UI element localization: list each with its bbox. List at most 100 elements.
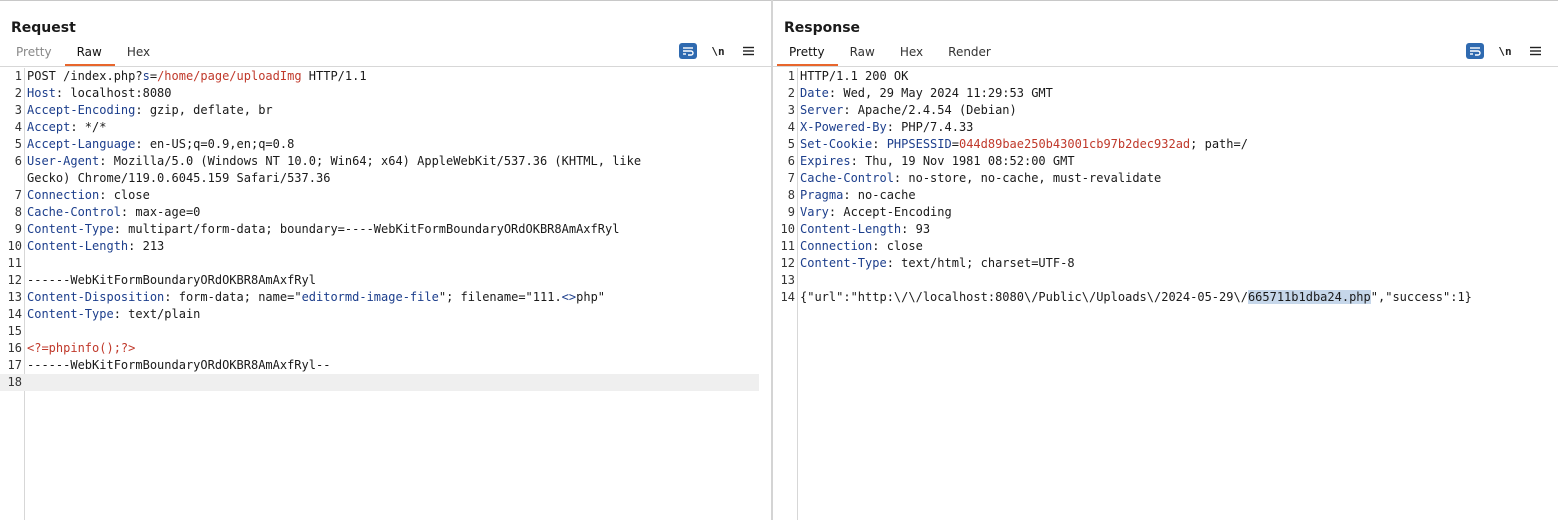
- response-toolbar: \n: [1466, 43, 1544, 59]
- line-number: 8: [787, 188, 795, 202]
- request-line: 1 POST /index.php?s=/home/page/uploadImg …: [0, 68, 771, 85]
- request-line: Gecko) Chrome/119.0.6045.159 Safari/537.…: [0, 170, 771, 187]
- request-line: 10 Content-Length: 213: [0, 238, 771, 255]
- line-text: : gzip, deflate, br: [135, 103, 273, 117]
- response-tab-pretty[interactable]: Pretty: [777, 41, 838, 66]
- request-pane: Request Pretty Raw Hex \n 1 POST /index.p…: [0, 0, 771, 520]
- line-number: 10: [780, 222, 795, 236]
- line-text: 044d89bae250b43001cb97b2dec932ad: [958, 137, 1191, 151]
- request-tab-pretty[interactable]: Pretty: [4, 41, 65, 66]
- newline-icon[interactable]: \n: [709, 43, 727, 59]
- response-line: 10 Content-Length: 93: [773, 221, 1558, 238]
- request-line: 6 User-Agent: Mozilla/5.0 (Windows NT 10.…: [0, 153, 771, 170]
- request-line: 7 Connection: close: [0, 187, 771, 204]
- request-tab-raw[interactable]: Raw: [64, 41, 115, 66]
- line-number: 17: [7, 358, 22, 372]
- line-text: =: [149, 69, 158, 83]
- line-number: 6: [787, 154, 795, 168]
- response-line: 14 {"url":"http:\/\/localhost:8080\/Publi…: [773, 289, 1558, 306]
- line-number: 11: [780, 239, 795, 253]
- line-text: Cache-Control: [800, 171, 894, 185]
- line-text: Accept-Encoding: [27, 103, 136, 117]
- word-wrap-icon[interactable]: [679, 43, 697, 59]
- request-lines: 1 POST /index.php?s=/home/page/uploadImg …: [0, 68, 771, 391]
- request-editor[interactable]: 1 POST /index.php?s=/home/page/uploadImg …: [0, 68, 771, 520]
- line-number: 3: [787, 103, 795, 117]
- line-text: Server: [800, 103, 844, 117]
- hamburger-menu-icon[interactable]: [739, 43, 757, 59]
- line-number: 5: [787, 137, 795, 151]
- response-title: Response: [784, 20, 861, 36]
- line-text: <>: [561, 290, 577, 304]
- response-line: 12 Content-Type: text/html; charset=UTF-8: [773, 255, 1558, 272]
- line-text: : 93: [901, 222, 931, 236]
- line-number: 2: [14, 86, 22, 100]
- request-line: 11: [0, 255, 771, 272]
- line-text: /home/page/uploadImg: [157, 69, 302, 83]
- line-text: <?=phpinfo();?>: [27, 341, 136, 355]
- line-text: Accept-Language: [27, 137, 136, 151]
- line-number: 9: [787, 205, 795, 219]
- request-tab-hex[interactable]: Hex: [115, 41, 163, 66]
- response-line: 8 Pragma: no-cache: [773, 187, 1558, 204]
- line-text: : close: [99, 188, 150, 202]
- line-text: ------WebKitFormBoundaryORdOKBR8AmAxfRyl…: [27, 358, 331, 372]
- line-text: Content-Length: [27, 239, 129, 253]
- newline-icon[interactable]: \n: [1496, 43, 1514, 59]
- line-text: : Thu, 19 Nov 1981 08:52:00 GMT: [850, 154, 1075, 168]
- line-text: Connection: [800, 239, 873, 253]
- request-line: 12 ------WebKitFormBoundaryORdOKBR8AmAxfR…: [0, 272, 771, 289]
- line-number: 11: [7, 256, 22, 270]
- response-editor[interactable]: 1 HTTP/1.1 200 OK 2 Date: Wed, 29 May 2024 …: [773, 68, 1558, 520]
- line-text: : localhost:8080: [55, 86, 172, 100]
- line-text: Date: [800, 86, 829, 100]
- response-tabs: Pretty Raw Hex Render: [777, 41, 1004, 66]
- response-tab-render[interactable]: Render: [936, 41, 1004, 66]
- line-text: Set-Cookie: [800, 137, 873, 151]
- response-lines: 1 HTTP/1.1 200 OK 2 Date: Wed, 29 May 2024 …: [773, 68, 1558, 306]
- line-text: ; path=/: [1190, 137, 1248, 151]
- line-text: HTTP/1.1 200 OK: [800, 69, 909, 83]
- line-text: Content-Length: [800, 222, 902, 236]
- request-line: 9 Content-Type: multipart/form-data; boun…: [0, 221, 771, 238]
- request-line: 13 Content-Disposition: form-data; name="…: [0, 289, 771, 306]
- line-text: Expires: [800, 154, 851, 168]
- line-text: : 213: [128, 239, 165, 253]
- line-text: : text/html; charset=UTF-8: [886, 256, 1075, 270]
- line-text: {"url":"http:\/\/localhost:8080\/Public\…: [800, 290, 1248, 304]
- line-number: 5: [14, 137, 22, 151]
- response-line: 6 Expires: Thu, 19 Nov 1981 08:52:00 GMT: [773, 153, 1558, 170]
- response-line: 13: [773, 272, 1558, 289]
- response-line: 4 X-Powered-By: PHP/7.4.33: [773, 119, 1558, 136]
- line-text: : no-store, no-cache, must-revalidate: [893, 171, 1162, 185]
- line-text: =: [951, 137, 959, 151]
- line-number: 2: [787, 86, 795, 100]
- line-text: : Mozilla/5.0 (Windows NT 10.0; Win64; x…: [99, 154, 642, 168]
- request-line: 18: [0, 374, 759, 391]
- line-text: : Apache/2.4.54 (Debian): [843, 103, 1017, 117]
- response-tab-hex[interactable]: Hex: [888, 41, 936, 66]
- response-tab-raw[interactable]: Raw: [838, 41, 888, 66]
- request-line: 16 <?=phpinfo();?>: [0, 340, 771, 357]
- line-text: Cache-Control: [27, 205, 121, 219]
- response-line: 9 Vary: Accept-Encoding: [773, 204, 1558, 221]
- line-number: 9: [14, 222, 22, 236]
- line-text: : text/plain: [113, 307, 201, 321]
- word-wrap-icon[interactable]: [1466, 43, 1484, 59]
- response-line: 11 Connection: close: [773, 238, 1558, 255]
- request-line: 15: [0, 323, 771, 340]
- line-number: 7: [14, 188, 22, 202]
- line-text: Host: [27, 86, 56, 100]
- line-text: php": [576, 290, 606, 304]
- line-number: 4: [787, 120, 795, 134]
- line-number: 3: [14, 103, 22, 117]
- line-number: 12: [7, 273, 22, 287]
- line-text: : PHP/7.4.33: [886, 120, 974, 134]
- line-text: Content-Type: [27, 222, 114, 236]
- hamburger-menu-icon[interactable]: [1526, 43, 1544, 59]
- line-text: Pragma: [800, 188, 844, 202]
- line-text: Gecko) Chrome/119.0.6045.159 Safari/537.…: [27, 171, 331, 185]
- line-text: ------WebKitFormBoundaryORdOKBR8AmAxfRyl: [27, 273, 316, 287]
- line-text: "; filename="111.: [438, 290, 562, 304]
- response-line: 1 HTTP/1.1 200 OK: [773, 68, 1558, 85]
